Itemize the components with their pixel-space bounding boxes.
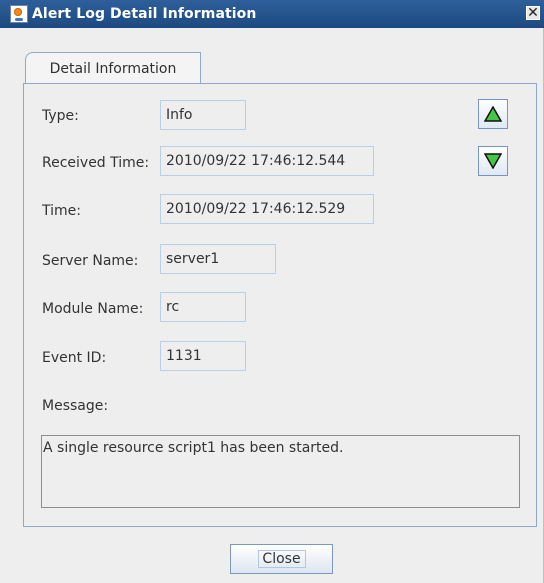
down-triangle-icon	[484, 153, 502, 169]
window-title: Alert Log Detail Information	[32, 6, 257, 22]
event-id-label: Event ID:	[42, 350, 107, 366]
time-field: 2010/09/22 17:46:12.529	[160, 194, 374, 224]
server-name-field: server1	[160, 244, 276, 274]
tab-detail-information[interactable]: Detail Information	[25, 52, 201, 84]
type-field: Info	[160, 100, 246, 130]
java-icon	[10, 5, 28, 23]
message-field: A single resource script1 has been start…	[41, 435, 520, 508]
module-name-label: Module Name:	[42, 301, 144, 317]
title-bar[interactable]: Alert Log Detail Information ✕	[0, 0, 544, 28]
module-name-field: rc	[160, 292, 246, 322]
close-icon[interactable]: ✕	[526, 6, 540, 20]
received-time-field: 2010/09/22 17:46:12.544	[160, 146, 374, 176]
alert-log-detail-window: Alert Log Detail Information ✕ Detail In…	[0, 0, 544, 583]
previous-alert-button[interactable]	[478, 99, 508, 129]
server-name-label: Server Name:	[42, 253, 139, 269]
up-triangle-icon	[484, 106, 502, 122]
message-label: Message:	[42, 398, 109, 414]
time-label: Time:	[42, 203, 81, 219]
type-label: Type:	[42, 108, 79, 124]
close-button[interactable]: Close	[230, 544, 333, 574]
event-id-field: 1131	[160, 341, 246, 371]
next-alert-button[interactable]	[478, 146, 508, 176]
received-time-label: Received Time:	[42, 155, 150, 171]
